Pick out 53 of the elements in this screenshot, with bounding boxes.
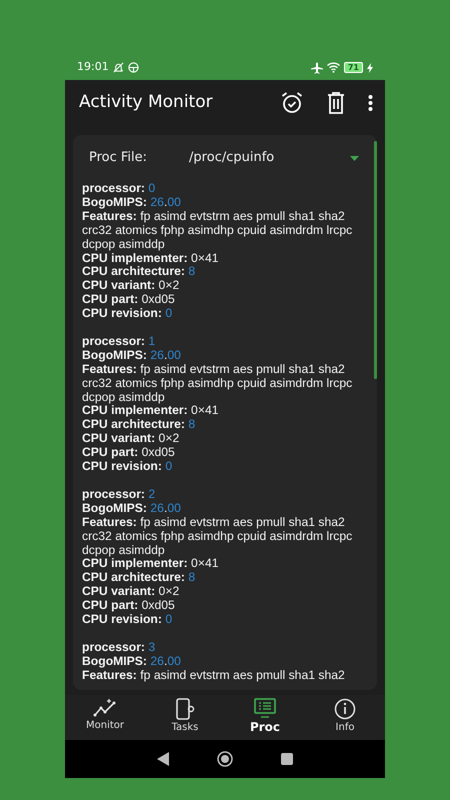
steering-wheel-icon bbox=[128, 62, 139, 73]
info-line: Features: fp asimd evtstrm aes pmull sha1 sha2 bbox=[82, 668, 346, 683]
info-line: Features: fp asimd evtstrm aes pmull sha1 sha2 crc32 atomics fphp asimdhp cpuid asimdrdm lrcpc dcpop asimddp bbox=[82, 516, 354, 558]
phone-gear-icon bbox=[174, 698, 196, 720]
info-line: CPU revision: 0 bbox=[82, 307, 174, 322]
scrollbar[interactable] bbox=[374, 141, 377, 379]
info-line: Features: fp asimd evtstrm aes pmull sha1 sha2 crc32 atomics fphp asimdhp cpuid asimdrdm lrcpc dcpop asimddp bbox=[82, 362, 354, 404]
info-line: CPU variant: 0×2 bbox=[82, 432, 180, 446]
bell-off-icon bbox=[112, 62, 124, 73]
info-line: Features: fp asimd evtstrm aes pmull sha1 sha2 crc32 atomics fphp asimdhp cpuid asimdrdm lrcpc dcpop asimddp bbox=[82, 210, 354, 252]
info-line: CPU architecture: 8 bbox=[82, 265, 196, 280]
back-icon[interactable] bbox=[157, 752, 169, 766]
info-line: CPU architecture: 8 bbox=[82, 418, 196, 432]
dropdown-caret-icon bbox=[350, 156, 359, 160]
trend-chart-icon bbox=[93, 698, 117, 718]
list-monitor-icon bbox=[254, 698, 276, 718]
info-line: CPU part: 0xd05 bbox=[82, 599, 176, 614]
proc-file-dropdown[interactable]: /proc/cpuinfo bbox=[189, 148, 367, 168]
nav-tab[interactable]: Tasks bbox=[145, 695, 225, 740]
home-icon[interactable] bbox=[217, 751, 233, 767]
airplane-icon bbox=[310, 62, 323, 74]
recents-icon[interactable] bbox=[281, 753, 293, 765]
info-line: BogoMIPS: 26.00 bbox=[82, 348, 182, 363]
info-line: CPU variant: 0×2 bbox=[82, 585, 180, 600]
field-label: Proc File: bbox=[89, 149, 148, 168]
info-line: BogoMIPS: 26.00 bbox=[82, 196, 182, 210]
charging-bolt-icon bbox=[367, 62, 373, 72]
wifi-icon bbox=[326, 62, 340, 73]
battery-indicator: 71 bbox=[344, 62, 363, 73]
more-options-icon[interactable] bbox=[368, 94, 373, 112]
info-line: CPU revision: 0 bbox=[82, 460, 174, 474]
nav-tab[interactable]: Info bbox=[305, 695, 385, 740]
info-line: BogoMIPS: 26.00 bbox=[82, 654, 182, 669]
info-line: processor: 1 bbox=[82, 334, 156, 349]
info-line: CPU implementer: 0×41 bbox=[82, 557, 220, 572]
info-line: CPU revision: 0 bbox=[82, 613, 174, 627]
info-line: CPU architecture: 8 bbox=[82, 571, 196, 586]
info-line: processor: 2 bbox=[82, 488, 156, 502]
info-line: BogoMIPS: 26.00 bbox=[82, 502, 182, 516]
info-line: CPU implementer: 0×41 bbox=[82, 252, 220, 266]
nav-tab[interactable]: Proc bbox=[225, 695, 305, 740]
info-line: CPU part: 0xd05 bbox=[82, 293, 176, 308]
info-line: CPU part: 0xd05 bbox=[82, 446, 176, 460]
app-title: Activity Monitor bbox=[79, 91, 213, 114]
info-icon bbox=[334, 698, 356, 720]
alarm-check-icon[interactable] bbox=[280, 91, 304, 115]
status-time: 19:01 bbox=[77, 59, 109, 76]
info-line: CPU variant: 0×2 bbox=[82, 279, 180, 294]
info-line: processor: 0 bbox=[82, 182, 156, 196]
delete-icon[interactable] bbox=[326, 92, 346, 114]
info-line: CPU implementer: 0×41 bbox=[82, 404, 220, 418]
info-line: processor: 3 bbox=[82, 640, 156, 655]
nav-tab[interactable]: Monitor bbox=[65, 695, 145, 740]
